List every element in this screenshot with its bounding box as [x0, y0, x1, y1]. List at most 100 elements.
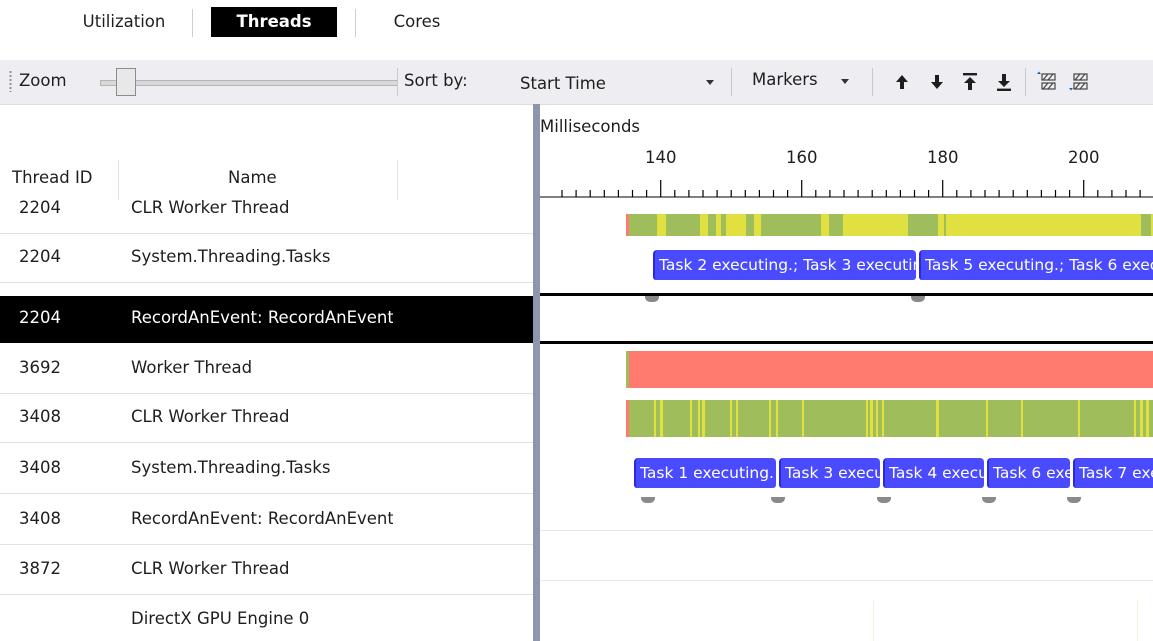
tab-utilization[interactable]: Utilization [74, 7, 174, 37]
execution-segment [1141, 214, 1151, 236]
execution-segment [708, 214, 716, 236]
marker-anchor [641, 497, 655, 503]
column-separator[interactable] [397, 160, 398, 200]
execution-segment [944, 214, 946, 236]
gpu-activity-line [873, 600, 874, 641]
thread-id-cell: 3408 [19, 458, 61, 477]
toolbar-separator [731, 68, 732, 96]
tab-separator [192, 9, 193, 37]
task-marker[interactable]: Task 6 executing. [987, 458, 1070, 488]
execution-segment [626, 400, 629, 437]
tab-threads[interactable]: Threads [211, 7, 337, 37]
zoom-slider-thumb[interactable] [116, 68, 136, 96]
execution-segment [761, 214, 821, 236]
table-row[interactable]: 3692 Worker Thread [0, 345, 533, 394]
move-top-icon[interactable] [958, 70, 982, 94]
tab-cores[interactable]: Cores [382, 7, 452, 37]
execution-segment [666, 214, 700, 236]
tab-separator [355, 9, 356, 37]
execution-segment [1021, 400, 1023, 437]
column-separator[interactable] [118, 160, 119, 200]
execution-segment [1146, 400, 1149, 437]
execution-segment [660, 400, 663, 437]
table-row[interactable]: 3408 RecordAnEvent: RecordAnEvent [0, 496, 533, 545]
toolbar-grip[interactable] [9, 70, 12, 92]
move-down-icon[interactable] [925, 70, 949, 94]
view-tab-bar: Utilization Threads Cores [0, 0, 1153, 50]
execution-segment [690, 400, 692, 437]
markers-label: Markers [752, 70, 818, 89]
thread-name-cell: System.Threading.Tasks [131, 458, 331, 477]
task-marker[interactable]: Task 7 executing. [1073, 458, 1153, 488]
zoom-label: Zoom [19, 71, 67, 90]
table-row[interactable]: DirectX GPU Engine 0 [0, 596, 533, 641]
sort-by-dropdown[interactable]: Start Time [512, 66, 720, 98]
table-row-selected[interactable]: 2204 RecordAnEvent: RecordAnEvent [0, 296, 533, 343]
table-row[interactable]: 2204 System.Threading.Tasks [0, 234, 533, 283]
execution-segment [870, 400, 873, 437]
execution-segment [654, 400, 656, 437]
execution-segment [802, 400, 804, 437]
execution-segment [936, 400, 939, 437]
table-row[interactable]: 3408 System.Threading.Tasks [0, 445, 533, 494]
selection-line-top [540, 293, 1153, 296]
thread-name-cell: RecordAnEvent: RecordAnEvent [131, 308, 393, 327]
execution-segment [882, 400, 884, 437]
table-row[interactable]: 2204 CLR Worker Thread [0, 200, 533, 234]
execution-segment [702, 400, 705, 437]
thread-id-column-header[interactable]: Thread ID [12, 168, 93, 187]
zoom-slider-track[interactable] [100, 80, 398, 86]
task-marker[interactable]: Task 4 executing. [883, 458, 984, 488]
execution-segment [1134, 400, 1136, 437]
thread-name-cell: System.Threading.Tasks [131, 247, 331, 266]
chevron-down-icon [841, 79, 849, 84]
execution-segment [908, 214, 938, 236]
execution-segment [866, 400, 868, 437]
execution-bar[interactable] [626, 214, 1153, 236]
table-row[interactable]: 3872 CLR Worker Thread [0, 546, 533, 595]
thread-list: 2204 CLR Worker Thread 2204 System.Threa… [0, 200, 533, 641]
execution-segment [629, 214, 657, 236]
move-up-icon[interactable] [890, 70, 914, 94]
demote-icon[interactable] [1066, 70, 1090, 94]
pane-splitter[interactable] [533, 104, 540, 641]
toolbar: Zoom Sort by: Start Time Markers [0, 60, 1153, 105]
execution-segment [746, 214, 754, 236]
execution-segment [776, 400, 778, 437]
name-column-header[interactable]: Name [228, 168, 277, 187]
sort-by-label: Sort by: [404, 71, 468, 90]
table-row[interactable]: 3408 CLR Worker Thread [0, 394, 533, 443]
task-marker[interactable]: Task 5 executing.; Task 6 executing. [919, 250, 1153, 280]
thread-name-cell: Worker Thread [131, 358, 253, 377]
toolbar-separator [397, 68, 398, 96]
task-marker[interactable]: Task 3 executing. [779, 458, 880, 488]
thread-name-cell: CLR Worker Thread [131, 200, 290, 217]
marker-anchor [982, 497, 996, 503]
marker-anchor [911, 296, 925, 302]
execution-segment [626, 351, 629, 388]
markers-dropdown-button[interactable]: Markers [750, 66, 862, 98]
timeline-area[interactable]: Task 2 executing.; Task 3 executing. Tas… [540, 200, 1153, 641]
execution-segment [730, 400, 732, 437]
marker-anchor [1067, 497, 1081, 503]
thread-id-cell: 3408 [19, 407, 61, 426]
marker-anchor [771, 497, 785, 503]
thread-name-cell: DirectX GPU Engine 0 [131, 609, 310, 628]
marker-anchor [645, 296, 659, 302]
promote-icon[interactable] [1034, 70, 1058, 94]
toolbar-separator [872, 68, 873, 96]
move-bottom-icon[interactable] [992, 70, 1016, 94]
execution-segment [1078, 400, 1080, 437]
toolbar-separator [1025, 68, 1026, 96]
task-marker[interactable]: Task 2 executing.; Task 3 executing. [653, 250, 916, 280]
thread-name-cell: RecordAnEvent: RecordAnEvent [131, 509, 393, 528]
row-separator [540, 530, 1153, 531]
synchronization-bar[interactable] [628, 351, 1153, 388]
marker-anchor [877, 497, 891, 503]
sort-by-value: Start Time [520, 74, 606, 93]
execution-bar[interactable] [626, 400, 1153, 437]
execution-segment [769, 400, 771, 437]
execution-segment [876, 400, 878, 437]
task-marker[interactable]: Task 1 executing. [634, 458, 776, 488]
execution-segment [698, 400, 700, 437]
